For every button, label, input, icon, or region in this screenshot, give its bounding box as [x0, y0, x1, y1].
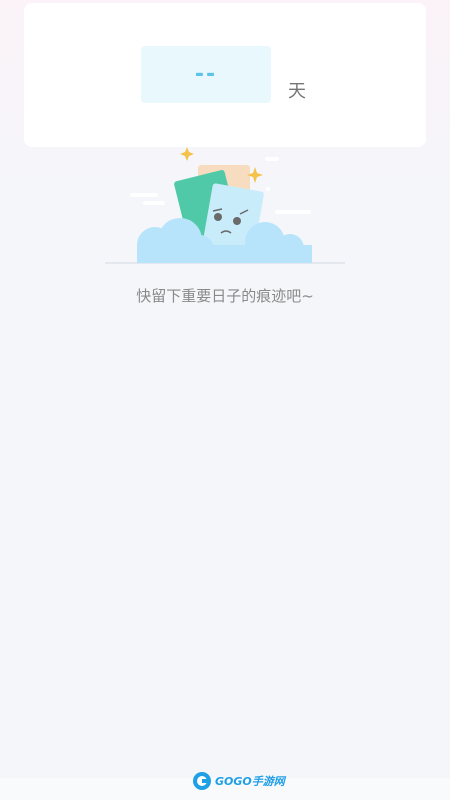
empty-state-illustration	[105, 145, 345, 270]
empty-state-message: 快留下重要日子的痕迹吧~	[136, 287, 314, 305]
watermark-text: GOGO手游网	[215, 775, 285, 788]
day-unit-label: 天	[288, 81, 306, 102]
gogo-logo-icon	[193, 772, 211, 790]
day-count-value: --	[141, 46, 271, 103]
watermark-logo: GOGO手游网	[192, 769, 285, 793]
day-counter-card: -- 天	[24, 3, 426, 147]
